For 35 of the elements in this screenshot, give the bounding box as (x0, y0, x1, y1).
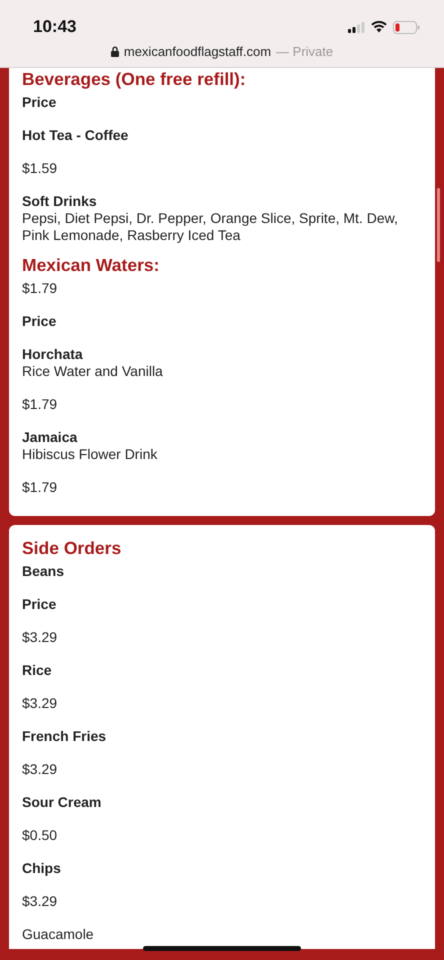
lock-icon (110, 46, 119, 57)
item-text: $0.50 (22, 827, 58, 844)
item-name: Price (22, 94, 58, 111)
item-name: Soft Drinks (22, 193, 98, 210)
signal-icon (348, 22, 365, 32)
url-domain[interactable]: mexicanfoodflagstaff.com (124, 44, 272, 59)
item-text: Guacamole (22, 926, 95, 943)
wifi-icon (371, 21, 387, 33)
section-heading: Beverages (One free refill): (22, 68, 247, 90)
item-name: Rice (22, 662, 53, 679)
item-name: Chips (22, 860, 62, 877)
item-text: $3.29 (22, 761, 58, 778)
section-heading: Side Orders (22, 537, 122, 559)
status-time: 10:43 (33, 17, 76, 37)
item-text: $1.79 (22, 396, 58, 413)
item-text: $3.29 (22, 893, 58, 910)
item-name: Jamaica (22, 429, 78, 446)
item-name: Price (22, 313, 58, 330)
battery-icon (393, 20, 420, 34)
item-text: Rice Water and Vanilla (22, 363, 164, 380)
item-name: French Fries (22, 728, 108, 745)
item-text: $3.29 (22, 695, 58, 712)
item-name: Horchata (22, 346, 84, 363)
item-name: Price (22, 596, 58, 613)
item-text: $1.59 (22, 160, 58, 177)
section-heading: Mexican Waters: (22, 254, 160, 276)
item-name: Beans (22, 563, 66, 580)
item-text: $3.29 (22, 629, 58, 646)
item-text: Hibiscus Flower Drink (22, 446, 158, 463)
item-text: Pepsi, Diet Pepsi, Dr. Pepper, Orange Slice, Sprite, Mt. Dew, Pink Lemonade, Rasberry Iced Tea (22, 210, 399, 244)
item-text: $1.79 (22, 280, 58, 297)
item-name: Sour Cream (22, 794, 102, 811)
browsing-mode: — Private (276, 44, 334, 59)
item-name: Hot Tea - Coffee (22, 127, 130, 144)
item-text: $1.79 (22, 479, 58, 496)
